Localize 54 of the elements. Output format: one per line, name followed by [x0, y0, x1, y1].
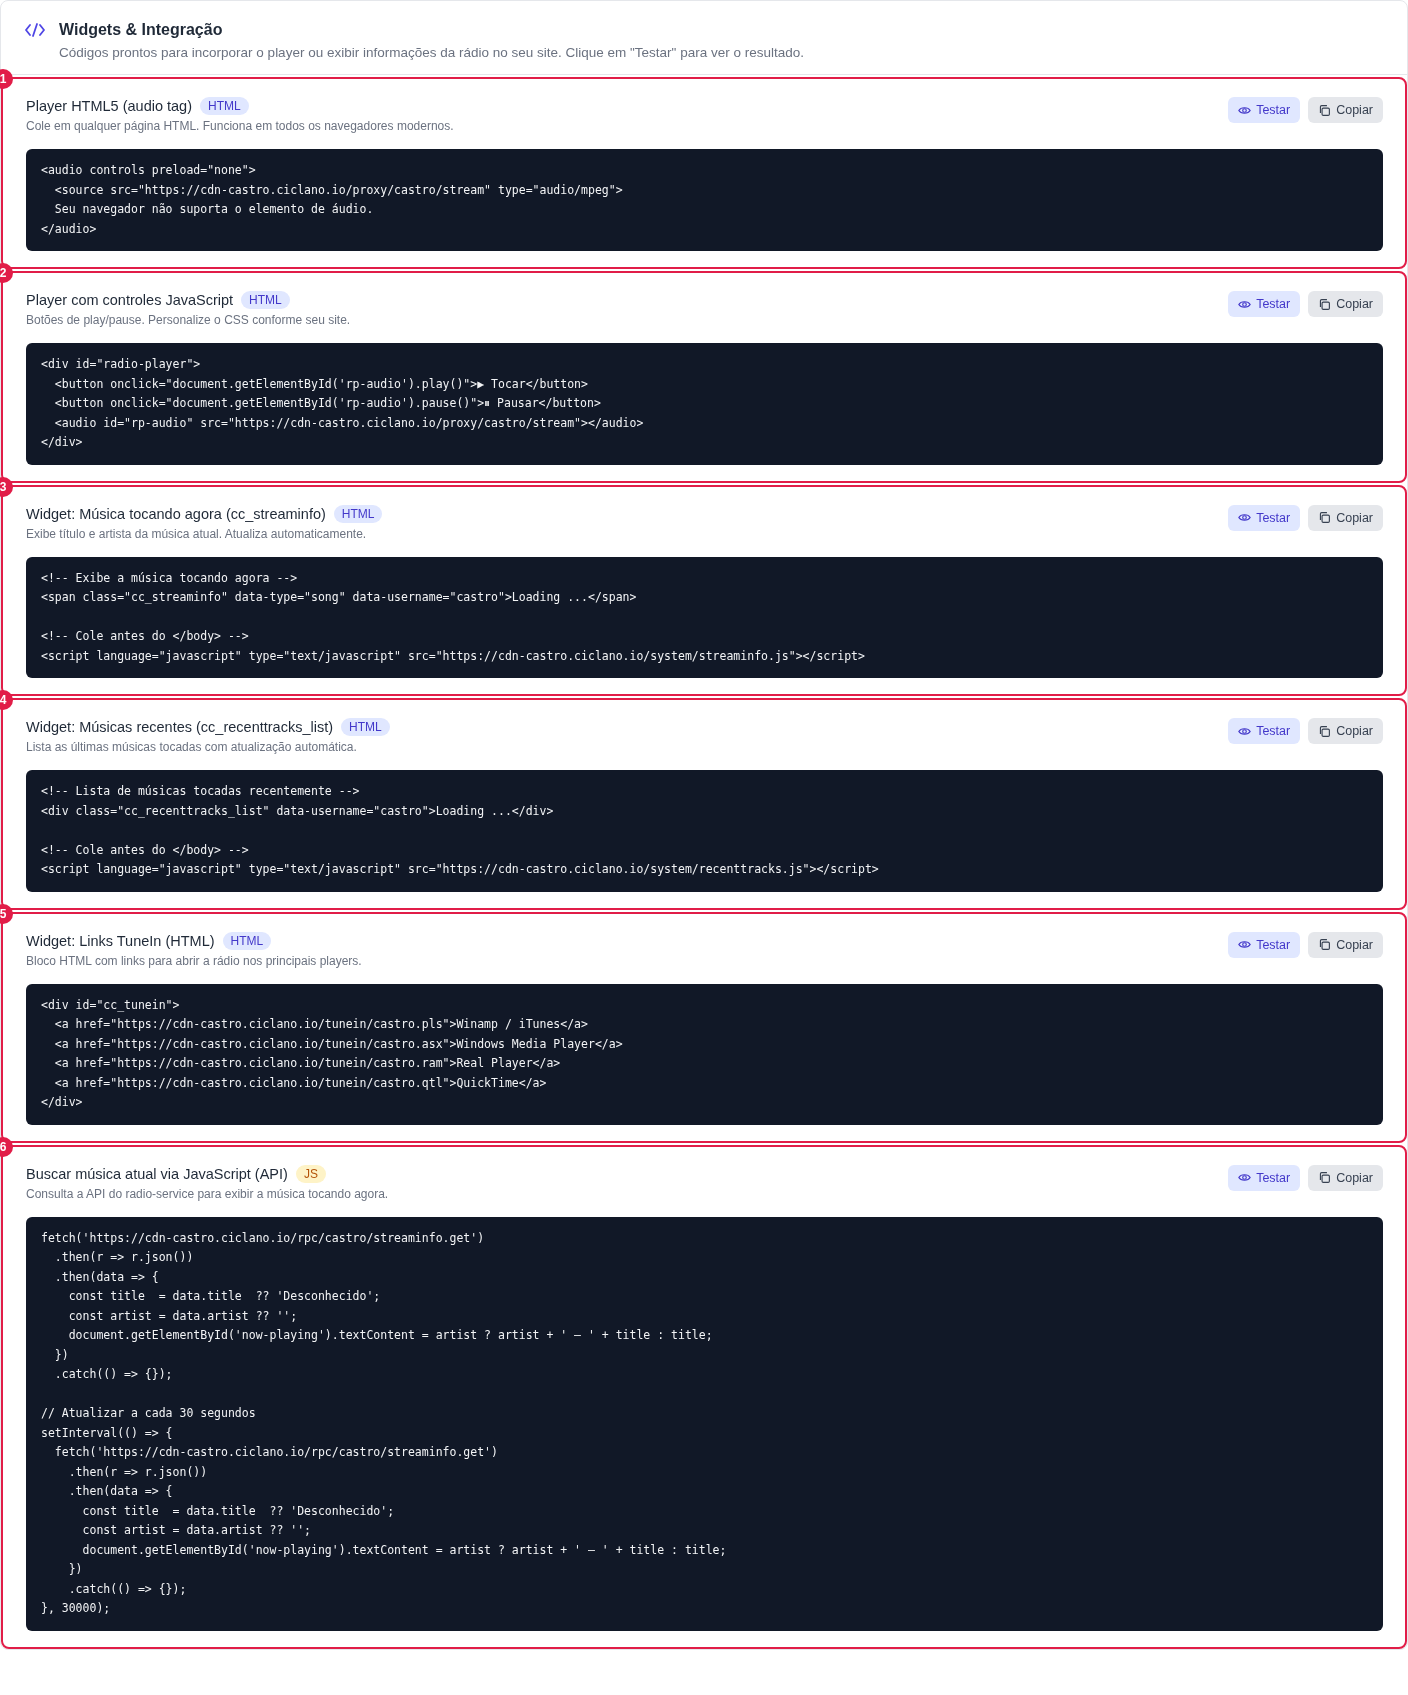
widget-title: Widget: Música tocando agora (cc_streaminfo): [26, 505, 326, 522]
code-block: <!-- Exibe a música tocando agora --> <span class="cc_streaminfo" data-type="song" data-username="castro">Loading ...</span> <!-- Cole antes do </body> --> <script language="javascript" type="text/javascript" src="https://cdn-castro.ciclano.io/system/streaminfo.js"></script>: [26, 556, 1383, 678]
widget-description: Consulta a API do radio-service para exibir a música tocando agora.: [26, 1186, 389, 1201]
widget-description: Bloco HTML com links para abrir a rádio nos principais players.: [26, 953, 362, 968]
marker-badge: 1: [0, 69, 13, 89]
section-subtitle: Códigos prontos para incorporar o player ou exibir informações da rádio no seu site. Clique em "Testar" para ver o resultado.: [59, 45, 804, 60]
copy-icon: [1318, 511, 1332, 524]
code-block: <div id="radio-player"> <button onclick="document.getElementById('rp-audio').play()">▶ Tocar</button> <button onclick="document.getElementById('rp-audio').pause()">⏸ Pausar</button> <audio id="rp-audio" src="https://cdn-castro.ciclano.io/proxy/castro/stream"></audio> </div>: [26, 343, 1383, 465]
copy-icon: [1318, 103, 1332, 117]
test-button[interactable]: Testar: [1228, 504, 1301, 531]
copy-icon: [1318, 1171, 1332, 1184]
copy-button[interactable]: Copiar: [1308, 931, 1383, 958]
language-tag: JS: [295, 1164, 326, 1183]
language-tag: HTML: [222, 931, 272, 950]
eye-icon: [1238, 511, 1252, 524]
language-tag: HTML: [200, 97, 249, 115]
test-button[interactable]: Testar: [1228, 291, 1301, 317]
widget-description: Cole em qualquer página HTML. Funciona em todos os navegadores modernos.: [26, 119, 454, 133]
widget-title: Buscar música atual via JavaScript (API): [26, 1165, 288, 1182]
copy-button[interactable]: Copiar: [1308, 97, 1383, 123]
widget-description: Botões de play/pause. Personalize o CSS conforme seu site.: [26, 313, 351, 327]
language-tag: HTML: [241, 291, 290, 309]
widget-title: Widget: Links TuneIn (HTML): [26, 932, 215, 949]
widget-title: Player com controles JavaScript: [26, 292, 234, 308]
code-icon: [25, 22, 45, 38]
code-block: <!-- Lista de músicas tocadas recentemente --> <div class="cc_recenttracks_list" data-username="castro">Loading ...</div> <!-- Cole antes do </body> --> <script language="javascript" type="text/javascript" src="https://cdn-castro.ciclano.io/system/recenttracks.js"></script>: [26, 770, 1383, 892]
widget-description: Lista as últimas músicas tocadas com atualização automática.: [26, 740, 358, 754]
code-block: fetch('https://cdn-castro.ciclano.io/rpc/castro/streaminfo.get') .then(r => r.json()) .then(data => { const title = data.title ?? 'Desconhecido'; const artist = data.artist ?? ''; document.getElementById('now-playing').textContent = artist ? artist + ' — ' + title : title; }) .catch(() => {}); // Atualizar a cada 30 segundos setInterval(() => { fetch('https://cdn-castro.ciclano.io/rpc/castro/streaminfo.get') .then(r => r.json()) .then(data => { const title = data.title ?? 'Desconhecido'; const artist = data.artist ?? ''; document.getElementById('now-playing').textContent = artist ? artist + ' — ' + title : title; }) .catch(() => {}); }, 30000);: [26, 1216, 1383, 1631]
copy-button[interactable]: Copiar: [1308, 504, 1383, 531]
section-title: Widgets & Integração: [59, 21, 224, 39]
copy-button[interactable]: Copiar: [1308, 1164, 1383, 1191]
marker-badge: 2: [0, 263, 13, 283]
widget-title: Widget: Músicas recentes (cc_recenttracks_list): [26, 719, 333, 735]
test-button[interactable]: Testar: [1228, 718, 1301, 744]
eye-icon: [1238, 1171, 1252, 1184]
copy-button[interactable]: Copiar: [1308, 291, 1383, 317]
code-block: <audio controls preload="none"> <source src="https://cdn-castro.ciclano.io/proxy/castro/stream" type="audio/mpeg"> Seu navegador não suporta o elemento de áudio. </audio>: [26, 149, 1383, 251]
marker-badge: 4: [0, 690, 13, 710]
marker-badge: 5: [0, 903, 13, 924]
copy-icon: [1318, 938, 1332, 951]
eye-icon: [1238, 938, 1252, 951]
test-button[interactable]: Testar: [1228, 931, 1301, 958]
test-button[interactable]: Testar: [1228, 97, 1301, 123]
test-button[interactable]: Testar: [1228, 1164, 1301, 1191]
code-block: <div id="cc_tunein"> <a href="https://cdn-castro.ciclano.io/tunein/castro.pls">Winamp / iTunes</a> <a href="https://cdn-castro.ciclano.io/tunein/castro.asx">Windows Media Player</a> <a href="https://cdn-castro.ciclano.io/tunein/castro.ram">Real Player</a> <a href="https://cdn-castro.ciclano.io/tunein/castro.qtl">QuickTime</a> </div>: [26, 983, 1383, 1125]
copy-button[interactable]: Copiar: [1308, 718, 1383, 744]
language-tag: HTML: [333, 504, 383, 523]
copy-icon: [1318, 297, 1332, 311]
widget-description: Exibe título e artista da música atual. Atualiza automaticamente.: [26, 526, 368, 541]
marker-badge: 3: [0, 476, 13, 497]
copy-icon: [1318, 724, 1332, 738]
widget-title: Player HTML5 (audio tag): [26, 98, 192, 114]
language-tag: HTML: [341, 718, 390, 736]
marker-badge: 6: [0, 1136, 13, 1157]
